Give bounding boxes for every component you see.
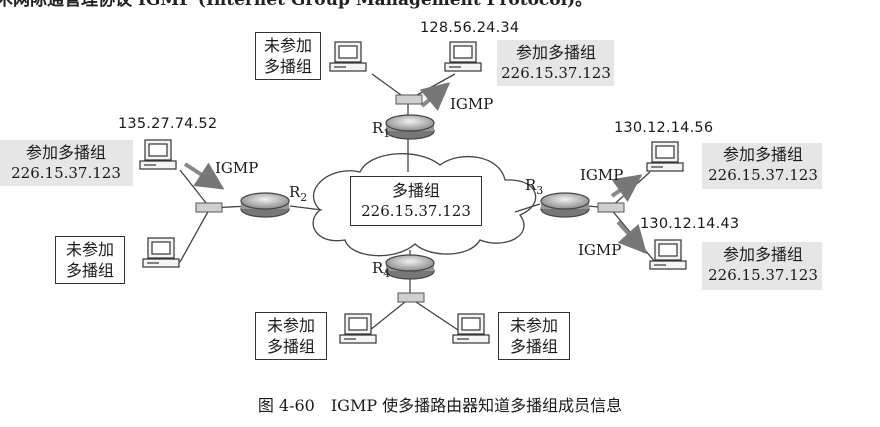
center-group-title: 多播组 (391, 181, 440, 200)
computer-left-top-icon (139, 139, 177, 170)
host-top-right-label: 参加多播组 226.15.37.123 (501, 43, 611, 82)
figure-caption: 图 4-60 IGMP 使多播路由器知道多播组成员信息 (257, 396, 623, 415)
igmp-label-r2: IGMP (215, 159, 259, 177)
router-r1-label: R1 (372, 119, 391, 140)
host-right-bottom-label: 参加多播组 226.15.37.123 (708, 245, 818, 284)
switch-r2 (195, 202, 223, 213)
computer-right-bottom-icon (649, 239, 687, 270)
host-bottom-left-label: 未参加 多播组 (255, 312, 327, 360)
computer-bottom-left-icon (339, 313, 377, 344)
host-left-top-label: 参加多播组 226.15.37.123 (11, 143, 121, 182)
host-left-bottom-label: 未参加 多播组 (55, 236, 125, 284)
router-r2-label: R2 (289, 183, 308, 204)
host-top-left-label: 未参加 多播组 (255, 32, 321, 80)
computer-right-top-icon (646, 141, 684, 172)
switch-r4 (397, 292, 425, 303)
router-r3-icon (540, 192, 590, 218)
router-r3-label: R3 (525, 176, 544, 197)
router-r1-icon (385, 114, 435, 140)
computer-top-left-icon (329, 41, 367, 72)
router-r4-label: R4 (372, 259, 391, 280)
host-left-top-ip: 135.27.74.52 (118, 116, 218, 132)
computer-bottom-right-icon (452, 313, 490, 344)
host-right-bottom-ip: 130.12.14.43 (640, 216, 740, 232)
igmp-label-r3-top: IGMP (580, 166, 624, 184)
host-right-top-label: 参加多播组 226.15.37.123 (708, 145, 818, 184)
center-group-address: 226.15.37.123 (361, 202, 471, 220)
switch-r3 (597, 202, 625, 213)
computer-top-right-icon (444, 41, 482, 72)
switch-r1 (395, 94, 423, 105)
router-r2-icon (240, 192, 290, 218)
host-bottom-right-label: 未参加 多播组 (498, 312, 570, 360)
host-right-top-ip: 130.12.14.56 (614, 120, 714, 136)
computer-left-bottom-icon (142, 237, 180, 268)
igmp-label-r3-bottom: IGMP (578, 241, 622, 259)
multicast-group-box: 多播组 226.15.37.123 (350, 176, 482, 226)
host-top-right-ip: 128.56.24.34 (420, 20, 520, 36)
router-r4-icon (385, 254, 435, 280)
igmp-label-r1: IGMP (450, 95, 494, 113)
